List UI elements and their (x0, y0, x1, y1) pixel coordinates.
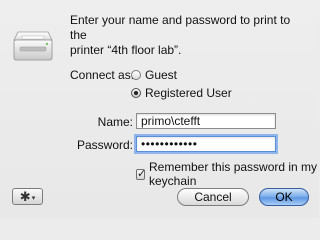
guest-radio-button[interactable] (131, 70, 141, 80)
password-label: Password: (76, 138, 133, 152)
printer-icon (13, 31, 53, 61)
registered-user-radio-option[interactable]: Registered User (131, 86, 232, 100)
guest-radio-label[interactable]: Guest (145, 68, 177, 82)
chevron-down-icon: ▾ (31, 194, 36, 202)
print-auth-dialog: Enter your name and password to print to… (0, 0, 319, 218)
cancel-button[interactable]: Cancel (177, 188, 249, 206)
registered-user-radio-label[interactable]: Registered User (145, 86, 232, 100)
ok-button[interactable]: OK (259, 188, 309, 206)
guest-radio-option[interactable]: Guest (131, 68, 177, 82)
password-field[interactable] (136, 136, 276, 152)
connect-as-label: Connect as: (70, 68, 135, 82)
name-field[interactable] (136, 113, 276, 129)
remember-password-label[interactable]: Remember this password in my keychain (149, 160, 319, 188)
prompt-message: Enter your name and password to print to… (70, 13, 310, 58)
remember-password-option[interactable]: Remember this password in my keychain (136, 160, 319, 188)
remember-password-checkbox[interactable] (136, 167, 146, 180)
prompt-message-line-2: printer “4th floor lab”. (70, 43, 182, 57)
prompt-message-line-1: Enter your name and password to print to… (70, 13, 291, 42)
gear-icon: ✱ (19, 189, 31, 204)
registered-user-radio-button[interactable] (131, 88, 141, 98)
name-label: Name: (97, 115, 133, 129)
action-menu-button[interactable]: ✱ ▾ (12, 188, 43, 205)
